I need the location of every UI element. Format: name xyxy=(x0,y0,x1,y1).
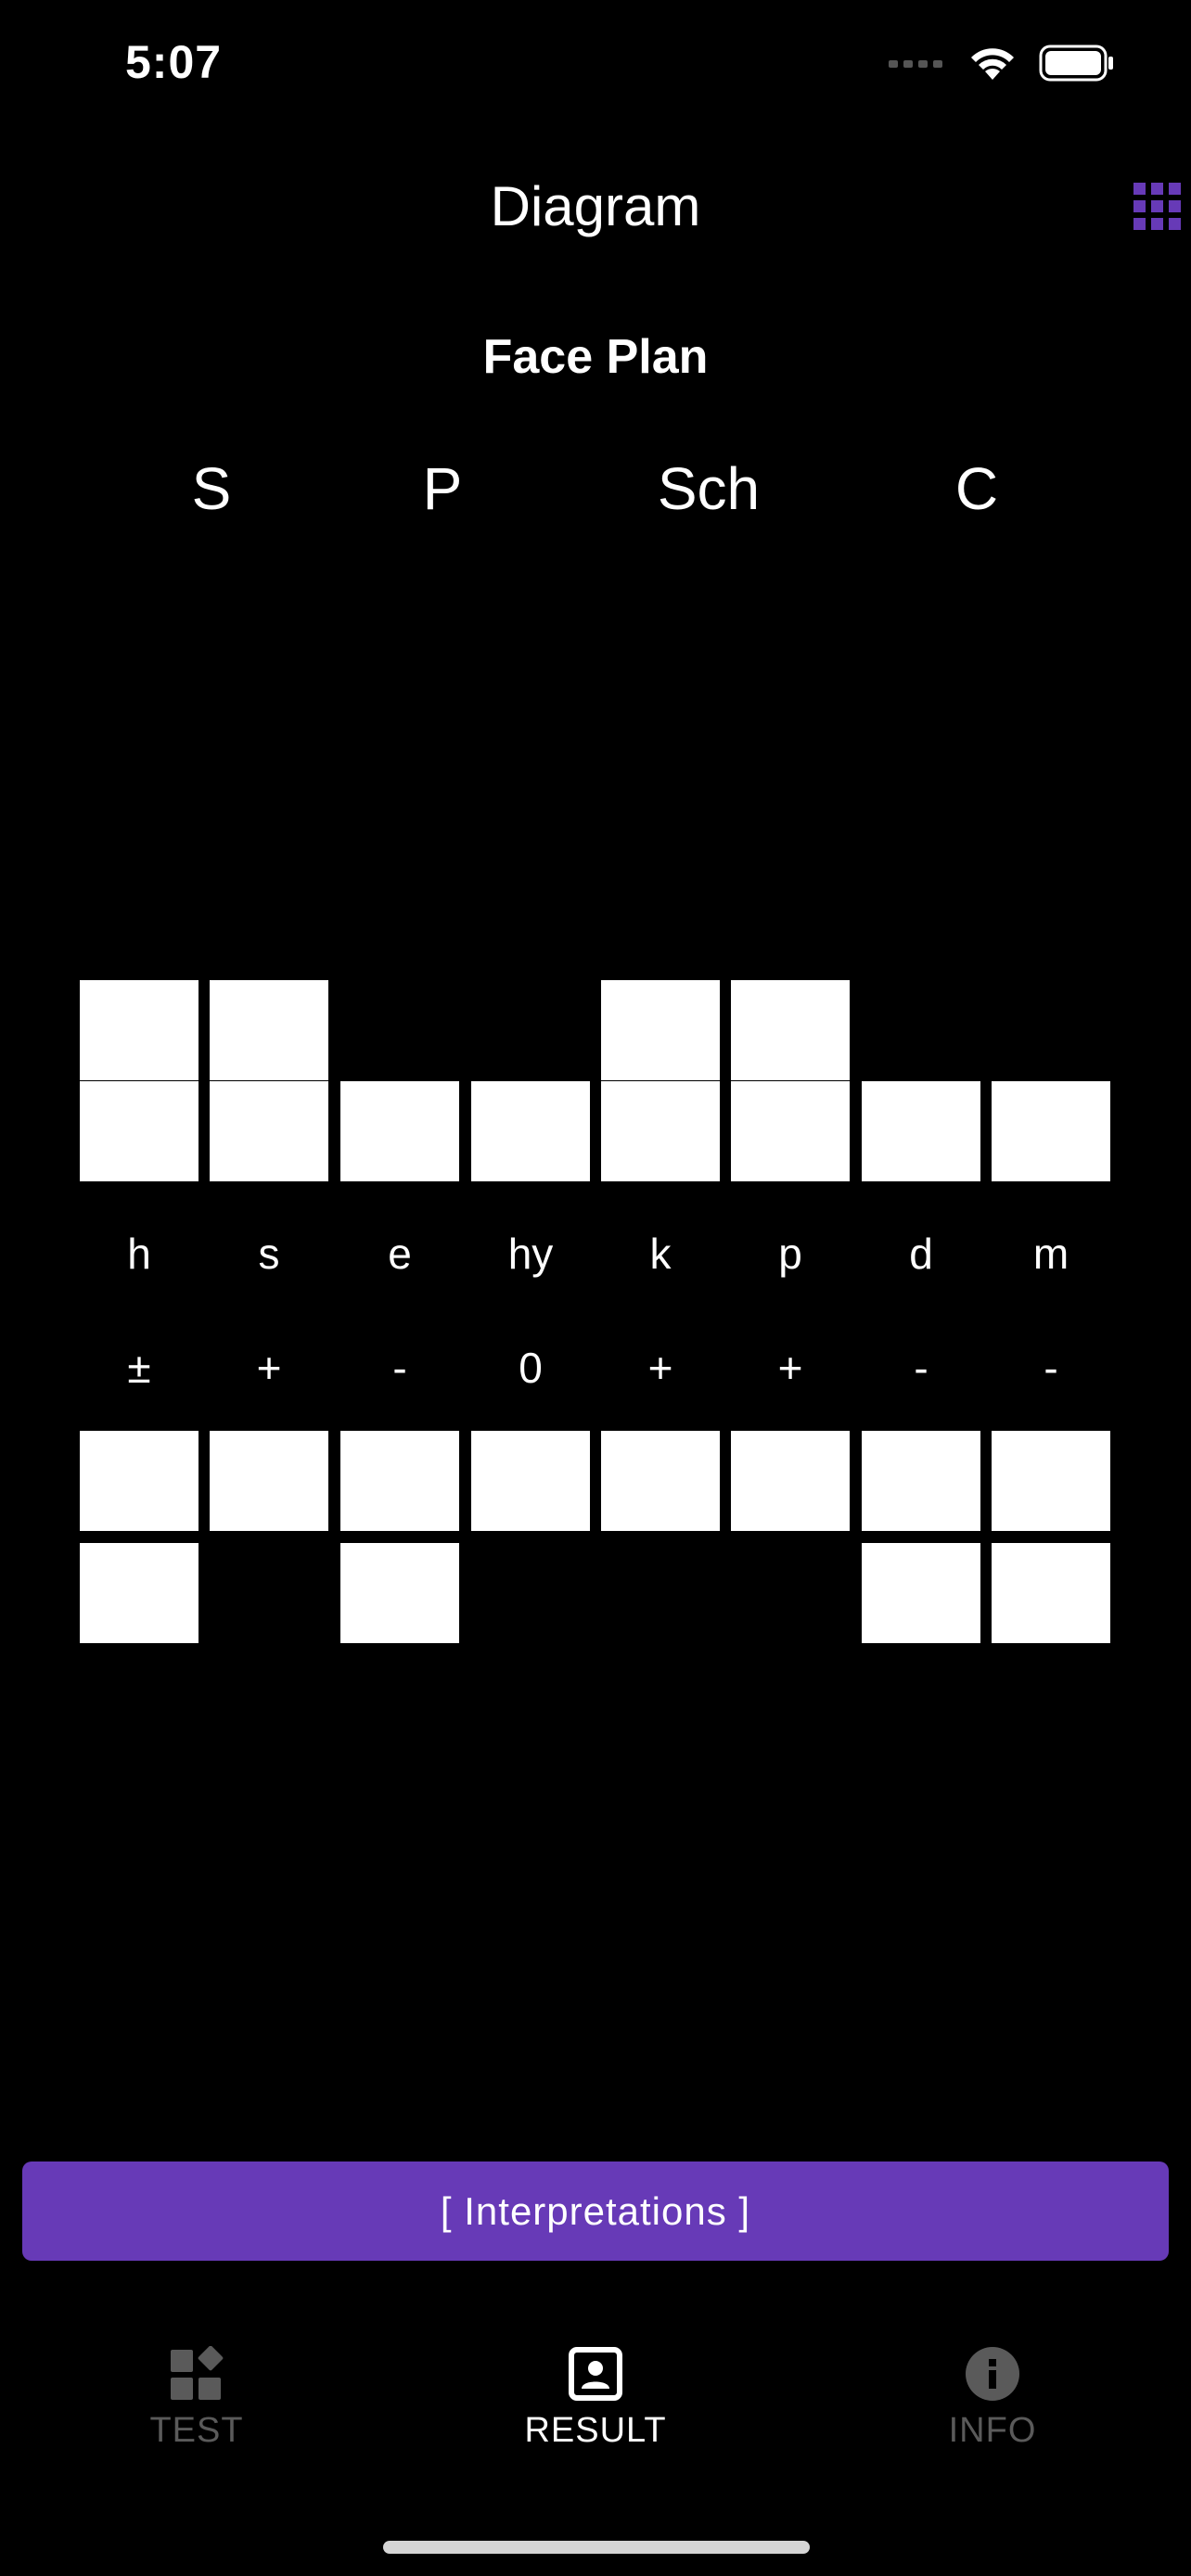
factor-label: e xyxy=(388,1230,412,1278)
diagram-cell-minus xyxy=(80,1431,198,1531)
tab-label: TEST xyxy=(149,2411,244,2450)
signal-icon xyxy=(889,60,942,68)
diagram-cell-minus xyxy=(862,1431,980,1531)
info-icon xyxy=(966,2347,1019,2401)
diagram-cell-plus xyxy=(731,980,850,1080)
diagram-cell-minus xyxy=(992,1431,1110,1531)
page-title: Diagram xyxy=(490,175,701,237)
diagram-cell-plus xyxy=(992,1081,1110,1181)
diagram-cell-plus xyxy=(210,980,328,1080)
grid-icon[interactable] xyxy=(1133,183,1182,231)
diagram-cell-minus xyxy=(80,1543,198,1643)
factor-label: d xyxy=(909,1230,933,1278)
diagram-cell-minus xyxy=(992,1543,1110,1643)
factor-label: p xyxy=(778,1230,802,1278)
diagram-cell-plus xyxy=(601,1081,720,1181)
diagram-cell-minus xyxy=(471,1431,590,1531)
diagram-cell-plus xyxy=(210,1081,328,1181)
factor-sign: + xyxy=(256,1344,282,1392)
factor-header: C xyxy=(954,455,999,522)
tab-label: INFO xyxy=(948,2411,1037,2450)
diagram-cell-plus xyxy=(601,980,720,1080)
factor-label: m xyxy=(1032,1230,1069,1278)
factor-sign: + xyxy=(777,1344,803,1392)
factor-sign: - xyxy=(392,1344,407,1392)
diagram-cell-plus xyxy=(862,1081,980,1181)
diagram-cell-minus xyxy=(862,1543,980,1643)
factor-label: s xyxy=(258,1230,280,1278)
status-time: 5:07 xyxy=(125,36,223,88)
diagram-cell-plus xyxy=(731,1081,850,1181)
tab-result[interactable]: RESULT xyxy=(456,2346,735,2451)
wifi-icon xyxy=(971,48,1014,80)
diagram-cell-plus xyxy=(340,1081,459,1181)
factor-sign: 0 xyxy=(519,1344,543,1392)
factor-label: hy xyxy=(507,1230,554,1278)
home-indicator xyxy=(383,2541,810,2554)
factor-header: S xyxy=(191,455,232,522)
tab-info[interactable]: INFO xyxy=(853,2346,1132,2451)
factor-header: Sch xyxy=(657,455,761,522)
factor-label: h xyxy=(127,1230,151,1278)
tab-label: RESULT xyxy=(524,2411,667,2450)
factor-label: k xyxy=(649,1230,672,1278)
factor-sign: + xyxy=(647,1344,673,1392)
diagram-cell-minus xyxy=(731,1431,850,1531)
factor-sign: - xyxy=(914,1344,928,1392)
factor-sign: ± xyxy=(127,1344,151,1392)
widgets-icon xyxy=(171,2346,224,2400)
diagram-cell-plus xyxy=(80,1081,198,1181)
diagram-cell-minus xyxy=(210,1431,328,1531)
factor-sign: - xyxy=(1044,1344,1058,1392)
section-title: Face Plan xyxy=(482,330,709,384)
factor-header: P xyxy=(422,455,463,522)
battery-icon xyxy=(1039,45,1113,82)
status-icons xyxy=(889,45,1115,82)
diagram-cell-plus xyxy=(80,980,198,1080)
diagram-cell-minus xyxy=(340,1543,459,1643)
portrait-icon xyxy=(569,2347,622,2401)
diagram-cell-minus xyxy=(601,1431,720,1531)
diagram-cell-plus xyxy=(471,1081,590,1181)
diagram-cell-minus xyxy=(340,1431,459,1531)
tab-test[interactable]: TEST xyxy=(58,2346,336,2451)
interpretations-button[interactable]: [ Interpretations ] xyxy=(22,2162,1169,2261)
